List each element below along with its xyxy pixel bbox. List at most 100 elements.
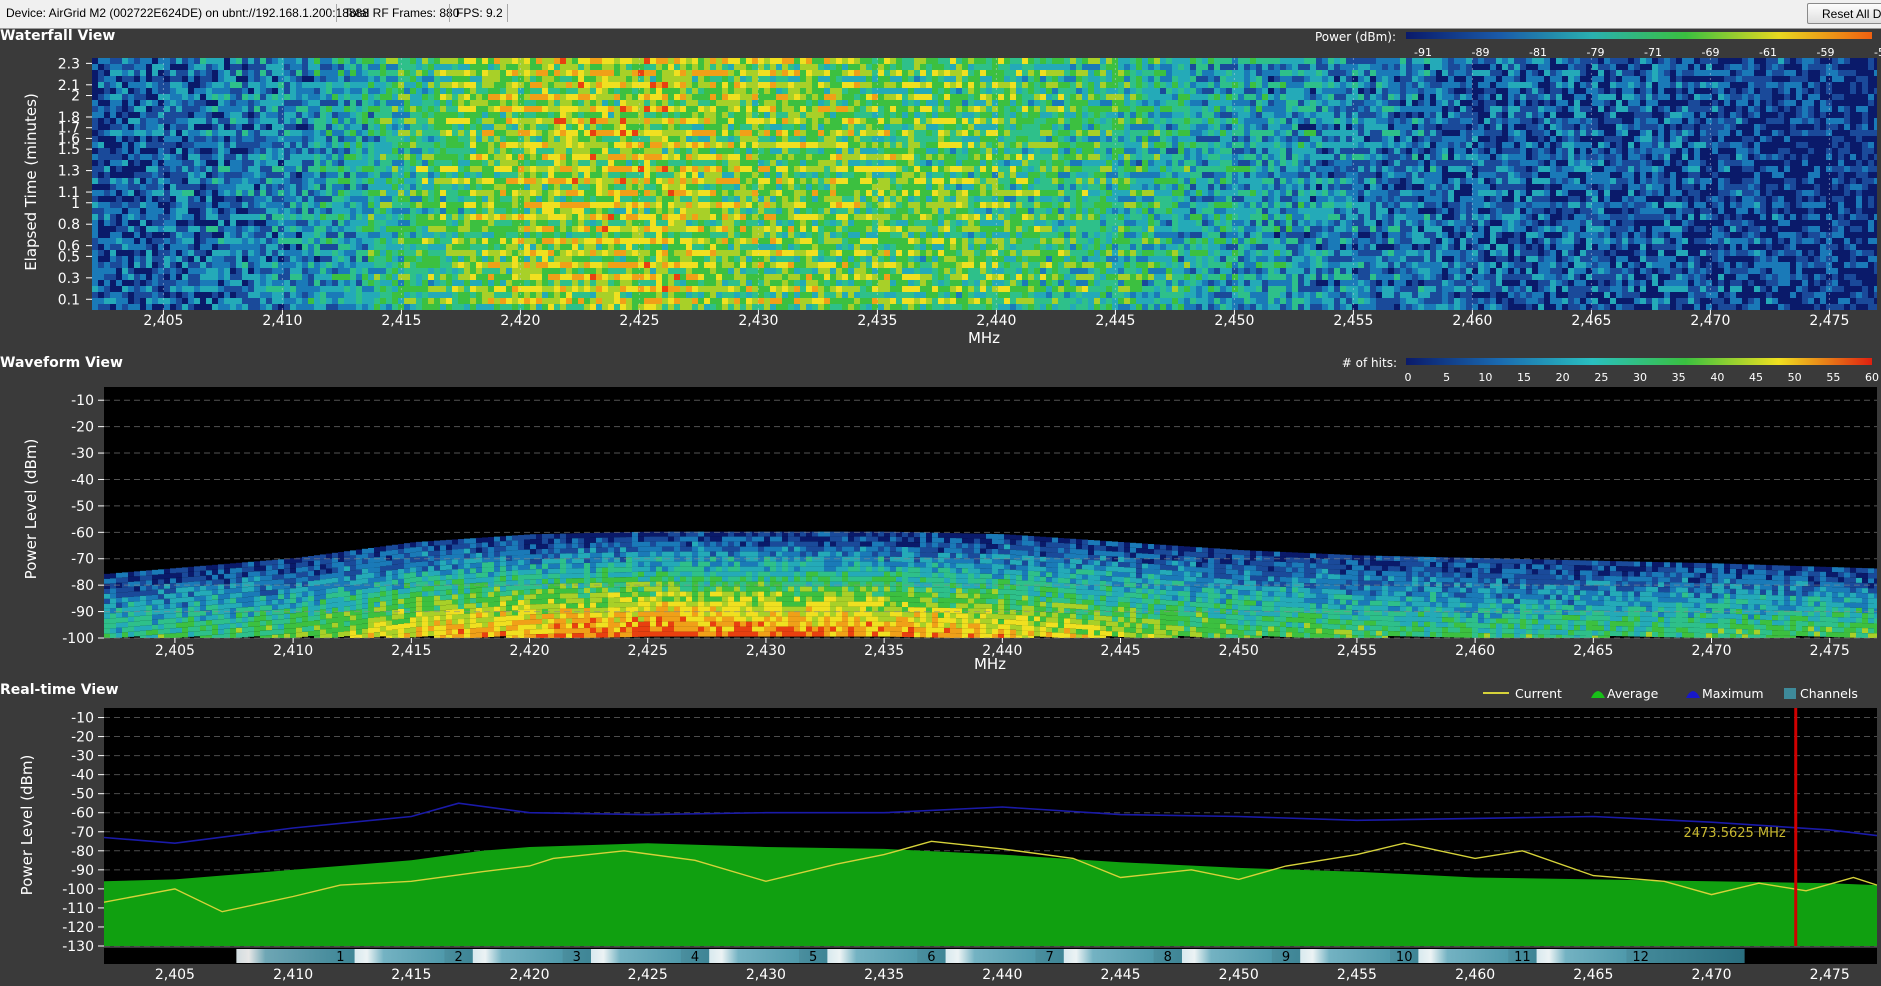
waterfall-cell <box>224 136 230 142</box>
waterfall-cell <box>728 124 734 130</box>
waterfall-cell <box>1436 82 1442 88</box>
waterfall-cell <box>314 136 320 142</box>
waterfall-cell <box>710 148 716 154</box>
waterfall-cell <box>1646 64 1652 70</box>
waterfall-cell <box>938 70 944 76</box>
waterfall-cell <box>1550 106 1556 112</box>
waterfall-cell <box>692 118 698 124</box>
waterfall-cell <box>704 76 710 82</box>
waterfall-cell <box>656 100 662 106</box>
waterfall-cell <box>974 106 980 112</box>
waterfall-cell <box>1706 100 1712 106</box>
waterfall-cell <box>1022 70 1028 76</box>
waterfall-cell <box>992 154 998 160</box>
waterfall-cell <box>1496 100 1502 106</box>
waterfall-cell <box>128 112 134 118</box>
waterfall-cell <box>428 100 434 106</box>
waterfall-cell <box>1544 124 1550 130</box>
waterfall-cell <box>308 70 314 76</box>
waterfall-cell <box>1058 136 1064 142</box>
waterfall-cell <box>554 88 560 94</box>
waterfall-cell <box>1184 130 1190 136</box>
waterfall-cell <box>878 130 884 136</box>
waterfall-cell <box>1790 82 1796 88</box>
waterfall-cell <box>446 136 452 142</box>
waterfall-cell <box>458 136 464 142</box>
waterfall-cell <box>524 64 530 70</box>
waterfall-cell <box>218 70 224 76</box>
waterfall-cell <box>1226 76 1232 82</box>
waterfall-cell <box>1412 70 1418 76</box>
waterfall-cell <box>920 118 926 124</box>
waterfall-cell <box>722 58 728 64</box>
waterfall-cell <box>848 58 854 64</box>
waterfall-cell <box>1784 88 1790 94</box>
waterfall-cell <box>1292 94 1298 100</box>
waterfall-cell <box>1490 88 1496 94</box>
waterfall-cell <box>1250 88 1256 94</box>
waterfall-cell <box>1274 142 1280 148</box>
waterfall-cell <box>722 100 728 106</box>
waterfall-cell <box>314 130 320 136</box>
waterfall-cell <box>1808 148 1814 154</box>
waterfall-cell <box>110 154 116 160</box>
waterfall-cell <box>1832 88 1838 94</box>
waterfall-cell <box>314 142 320 148</box>
waterfall-cell <box>1076 112 1082 118</box>
waterfall-cell <box>242 154 248 160</box>
waterfall-cell <box>1214 76 1220 82</box>
waterfall-cell <box>1658 82 1664 88</box>
waterfall-cell <box>788 124 794 130</box>
waterfall-cell <box>1814 88 1820 94</box>
waterfall-cell <box>1862 88 1868 94</box>
waterfall-cell <box>1802 100 1808 106</box>
waterfall-cell <box>650 154 656 160</box>
waterfall-cell <box>326 142 332 148</box>
waterfall-cell <box>608 136 614 142</box>
waterfall-cell <box>1802 106 1808 112</box>
waterfall-cell <box>590 124 596 130</box>
waterfall-cell <box>1670 82 1676 88</box>
waterfall-cell <box>1556 106 1562 112</box>
waterfall-cell <box>1448 82 1454 88</box>
waterfall-cell <box>1316 130 1322 136</box>
waterfall-cell <box>236 106 242 112</box>
waterfall-cell <box>344 142 350 148</box>
waterfall-cell <box>1286 64 1292 70</box>
waterfall-cell <box>1136 70 1142 76</box>
waterfall-cell <box>1292 106 1298 112</box>
waterfall-cell <box>1568 142 1574 148</box>
waterfall-cell <box>428 94 434 100</box>
waterfall-cell <box>566 130 572 136</box>
waterfall-cell <box>962 76 968 82</box>
waterfall-cell <box>980 82 986 88</box>
waterfall-cell <box>1082 94 1088 100</box>
waterfall-cell <box>698 88 704 94</box>
waterfall-cell <box>314 148 320 154</box>
waterfall-cell <box>506 130 512 136</box>
waterfall-cell <box>824 142 830 148</box>
waterfall-cell <box>1250 118 1256 124</box>
waterfall-cell <box>1142 106 1148 112</box>
waterfall-cell <box>1688 148 1694 154</box>
waterfall-cell <box>1178 106 1184 112</box>
waterfall-cell <box>380 118 386 124</box>
waterfall-cell <box>1634 58 1640 64</box>
waterfall-cell <box>1202 142 1208 148</box>
waterfall-cell <box>1070 82 1076 88</box>
waterfall-cell <box>470 70 476 76</box>
waterfall-cell <box>1262 112 1268 118</box>
waterfall-cell <box>860 118 866 124</box>
waterfall-cell <box>482 130 488 136</box>
waterfall-cell <box>986 100 992 106</box>
waterfall-cell <box>854 70 860 76</box>
waterfall-cell <box>1328 136 1334 142</box>
waterfall-cell <box>1214 130 1220 136</box>
waterfall-cell <box>1694 106 1700 112</box>
waterfall-cell <box>392 94 398 100</box>
waterfall-cell <box>1292 58 1298 64</box>
waterfall-cell <box>578 112 584 118</box>
waterfall-cell <box>740 58 746 64</box>
waterfall-cell <box>848 70 854 76</box>
waterfall-cell <box>1226 118 1232 124</box>
